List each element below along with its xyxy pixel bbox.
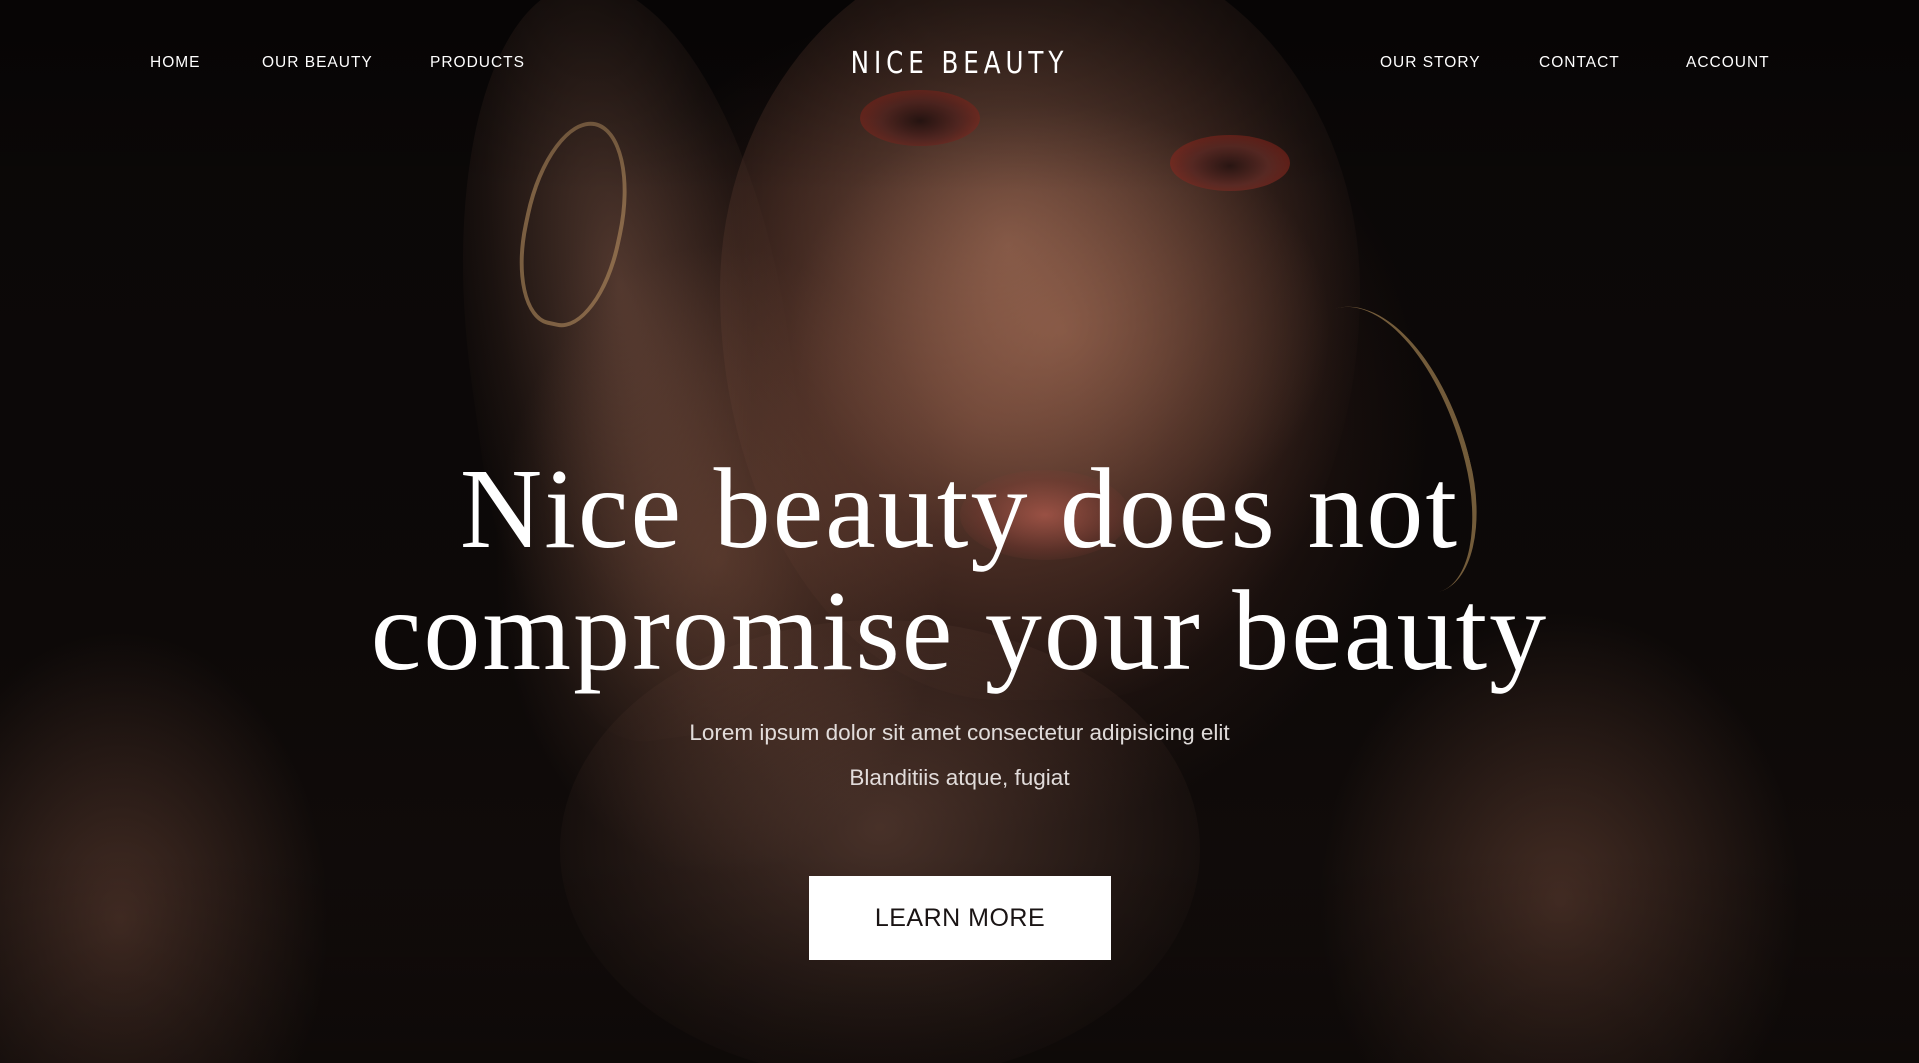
learn-more-button[interactable]: LEARN MORE — [809, 876, 1111, 960]
nav-our-story-link[interactable]: OUR STORY — [1380, 54, 1481, 72]
hero-headline-line-2: compromise your beauty — [370, 567, 1549, 694]
nav-contact-link[interactable]: CONTACT — [1539, 54, 1620, 72]
hero-subtext-line-1: Lorem ipsum dolor sit amet consectetur a… — [689, 720, 1230, 745]
portrait-right-eye — [1170, 135, 1290, 191]
hero-headline-line-1: Nice beauty does not — [459, 445, 1460, 572]
nav-account-link[interactable]: ACCOUNT — [1686, 54, 1770, 72]
hero-section: HOME OUR BEAUTY PRODUCTS NICE BEAUTY OUR… — [0, 0, 1919, 1063]
main-navigation: HOME OUR BEAUTY PRODUCTS NICE BEAUTY OUR… — [0, 0, 1919, 130]
portrait-ring — [504, 112, 644, 336]
hero-subtext-line-2: Blanditiis atque, fugiat — [849, 765, 1070, 790]
hero-headline: Nice beauty does not compromise your bea… — [0, 448, 1919, 692]
brand-logo[interactable]: NICE BEAUTY — [173, 46, 1747, 81]
